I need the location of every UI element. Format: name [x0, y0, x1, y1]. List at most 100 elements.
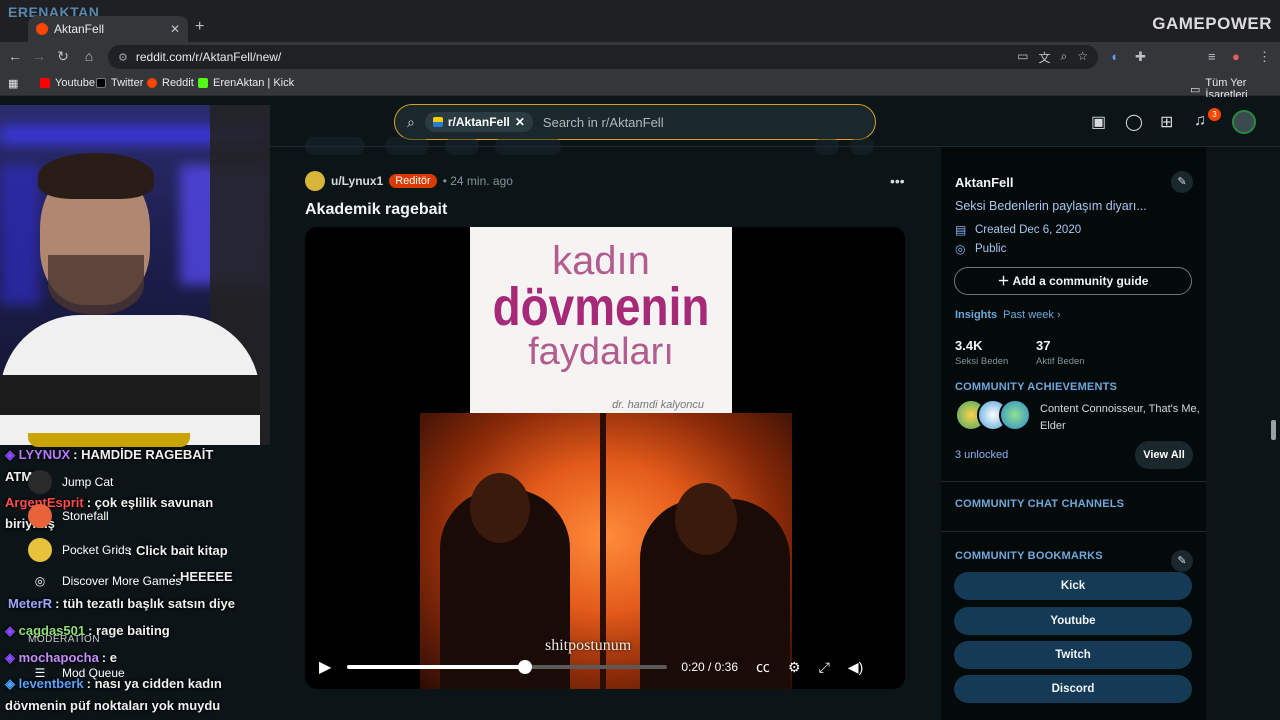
new-tab-button[interactable]: + [195, 18, 204, 36]
bookmark-kick[interactable]: ErenAktan | Kick [198, 77, 294, 89]
reading-list-icon[interactable]: ≡ [1208, 49, 1216, 64]
bookmark-reddit[interactable]: Reddit [147, 77, 194, 89]
community-sidebar: AktanFell ✎ Seksi Bedenlerin paylaşım di… [941, 147, 1206, 720]
volume-icon[interactable]: ◀) [848, 659, 863, 676]
url-text: reddit.com/r/AktanFell/new/ [135, 50, 282, 64]
streamer-webcam [0, 105, 270, 445]
post-feed: u/Lynux1 Reditör • 24 min. ago ••• Akade… [290, 137, 920, 720]
edit-bookmarks-pencil-icon[interactable]: ✎ [1171, 550, 1193, 572]
bookmark-twitter[interactable]: Twitter [96, 77, 143, 89]
community-description: Seksi Bedenlerin paylaşım diyarı... [955, 199, 1147, 213]
cat-icon [28, 470, 52, 494]
create-post-icon[interactable]: ⊞ [1160, 112, 1173, 132]
search-bar[interactable]: ⌕ r/AktanFell ✕ [394, 104, 876, 140]
edit-pencil-icon[interactable]: ✎ [1171, 171, 1193, 193]
zoom-icon[interactable]: ⌕ [1061, 49, 1068, 66]
menu-item-pocket-grids[interactable]: Pocket Grids [28, 538, 131, 562]
previous-post-actions [305, 137, 905, 157]
plus-icon: ＋ [997, 274, 1013, 288]
chat-message: dövmenin püf noktaları yok muydu [5, 698, 221, 713]
settings-icon[interactable]: ⚙ [788, 659, 801, 676]
browser-tab[interactable]: AktanFell ✕ [28, 16, 188, 42]
forward-icon[interactable]: → [30, 48, 48, 64]
bookmark-twitch-button[interactable]: Twitch [954, 641, 1192, 669]
close-tab-icon[interactable]: ✕ [170, 22, 180, 36]
fullscreen-icon[interactable]: ⤢ [819, 659, 830, 676]
gamepad-icon: ◎ [34, 574, 46, 588]
address-bar[interactable]: ⚙ reddit.com/r/AktanFell/new/ ▭ 文 ⌕ ☆ [108, 45, 1098, 69]
reload-icon[interactable]: ↻ [54, 48, 72, 65]
created-date: ▤ Created Dec 6, 2020 [955, 223, 1082, 237]
video-time: 0:20 / 0:36 [681, 660, 739, 674]
unlocked-count: 3 unlocked [955, 449, 1009, 461]
insights-header[interactable]: Insights Past week › [955, 309, 1061, 321]
bookmarks-bar: ▦ Youtube Twitter Reddit ErenAktan | Kic… [0, 72, 1280, 101]
video-progress-bar[interactable] [347, 660, 668, 674]
search-input[interactable] [542, 114, 823, 130]
play-icon[interactable]: ▶ [319, 657, 331, 677]
captions-icon[interactable]: ㏄ [756, 657, 770, 677]
browser-toolbar: ← → ↻ ⌂ ⚙ reddit.com/r/AktanFell/new/ ▭ … [0, 42, 1280, 72]
chip-close-icon[interactable]: ✕ [515, 115, 525, 129]
subreddit-icon [432, 117, 443, 127]
reddit-icon [147, 78, 157, 88]
kick-icon [198, 78, 208, 88]
bookmark-star-icon[interactable]: ☆ [1077, 49, 1088, 66]
online-label: Aktif Beden [1036, 356, 1085, 367]
install-app-icon[interactable]: ▭ [1017, 49, 1028, 66]
translate-icon[interactable]: 文 [1038, 49, 1050, 66]
gamepower-logo: GAMEPOWER [1152, 14, 1272, 33]
back-icon[interactable]: ← [6, 48, 24, 64]
moderation-label: MODERATION [28, 634, 101, 645]
menu-item-discover-games[interactable]: ◎ Discover More Games [28, 574, 182, 588]
stonefall-icon [28, 504, 52, 528]
cake-icon: ▤ [955, 223, 967, 237]
divider [941, 531, 1206, 532]
home-icon[interactable]: ⌂ [80, 48, 98, 64]
menu-item-stonefall[interactable]: Stonefall [28, 504, 109, 528]
menu-item-jump-cat[interactable]: Jump Cat [28, 470, 113, 494]
apps-icon[interactable]: ▦ [8, 77, 18, 90]
chat-message: ◈ mochapocha: e [5, 650, 117, 665]
post-title[interactable]: Akademik ragebait [305, 201, 447, 219]
profile-icon[interactable]: ● [1232, 49, 1240, 64]
chat-channels-title[interactable]: COMMUNITY CHAT CHANNELS [955, 498, 1124, 510]
video-controls: ▶ 0:20 / 0:36 ㏄ ⚙ ⤢ ◀) [305, 645, 905, 689]
globe-icon: ◎ [955, 242, 966, 256]
bookmark-youtube-button[interactable]: Youtube [954, 607, 1192, 635]
menu-item-mod-queue[interactable]: ☰ Mod Queue [28, 666, 125, 680]
browser-menu-icon[interactable]: ⋮ [1258, 49, 1271, 65]
post-meta: u/Lynux1 Reditör • 24 min. ago [305, 171, 513, 191]
online-count: 37 [1036, 338, 1051, 353]
user-avatar[interactable] [1232, 110, 1256, 134]
page-scrollbar[interactable] [1271, 420, 1276, 440]
author-avatar[interactable] [305, 171, 325, 191]
video-player[interactable]: kadın dövmenin faydaları dr. hamdi kalyo… [305, 227, 905, 689]
view-all-button[interactable]: View All [1135, 441, 1193, 469]
notifications-icon[interactable]: ♫ [1194, 112, 1206, 130]
members-count: 3.4K [955, 338, 983, 353]
folder-icon: ▭ [1190, 83, 1201, 96]
achievement-badge-icon [999, 399, 1031, 431]
bookmark-discord-button[interactable]: Discord [954, 675, 1192, 703]
advertise-icon[interactable]: ▣ [1091, 112, 1106, 132]
extension-icon[interactable]: ◖ [1110, 49, 1118, 64]
chat-message: : Click bait kitap [128, 543, 228, 558]
divider [941, 481, 1206, 482]
bookmarks-title: COMMUNITY BOOKMARKS [955, 550, 1103, 562]
extensions-puzzle-icon[interactable]: ✚ [1135, 49, 1146, 65]
bookmark-kick-button[interactable]: Kick [954, 572, 1192, 600]
add-community-guide-button[interactable]: ＋ Add a community guide [954, 267, 1192, 295]
post-author[interactable]: u/Lynux1 [331, 174, 383, 188]
site-info-icon[interactable]: ⚙ [118, 51, 128, 64]
achievements-title: COMMUNITY ACHIEVEMENTS [955, 381, 1118, 393]
progress-knob[interactable] [518, 660, 533, 674]
notifications-badge: 3 [1208, 108, 1221, 121]
queue-icon: ☰ [34, 666, 46, 680]
youtube-icon [40, 78, 50, 88]
chat-icon[interactable]: ◯ [1125, 112, 1143, 132]
community-chip[interactable]: r/AktanFell ✕ [424, 112, 533, 132]
bookmark-youtube[interactable]: Youtube [40, 77, 95, 89]
achievement-badges [955, 399, 1031, 433]
more-options-icon[interactable]: ••• [890, 173, 905, 189]
